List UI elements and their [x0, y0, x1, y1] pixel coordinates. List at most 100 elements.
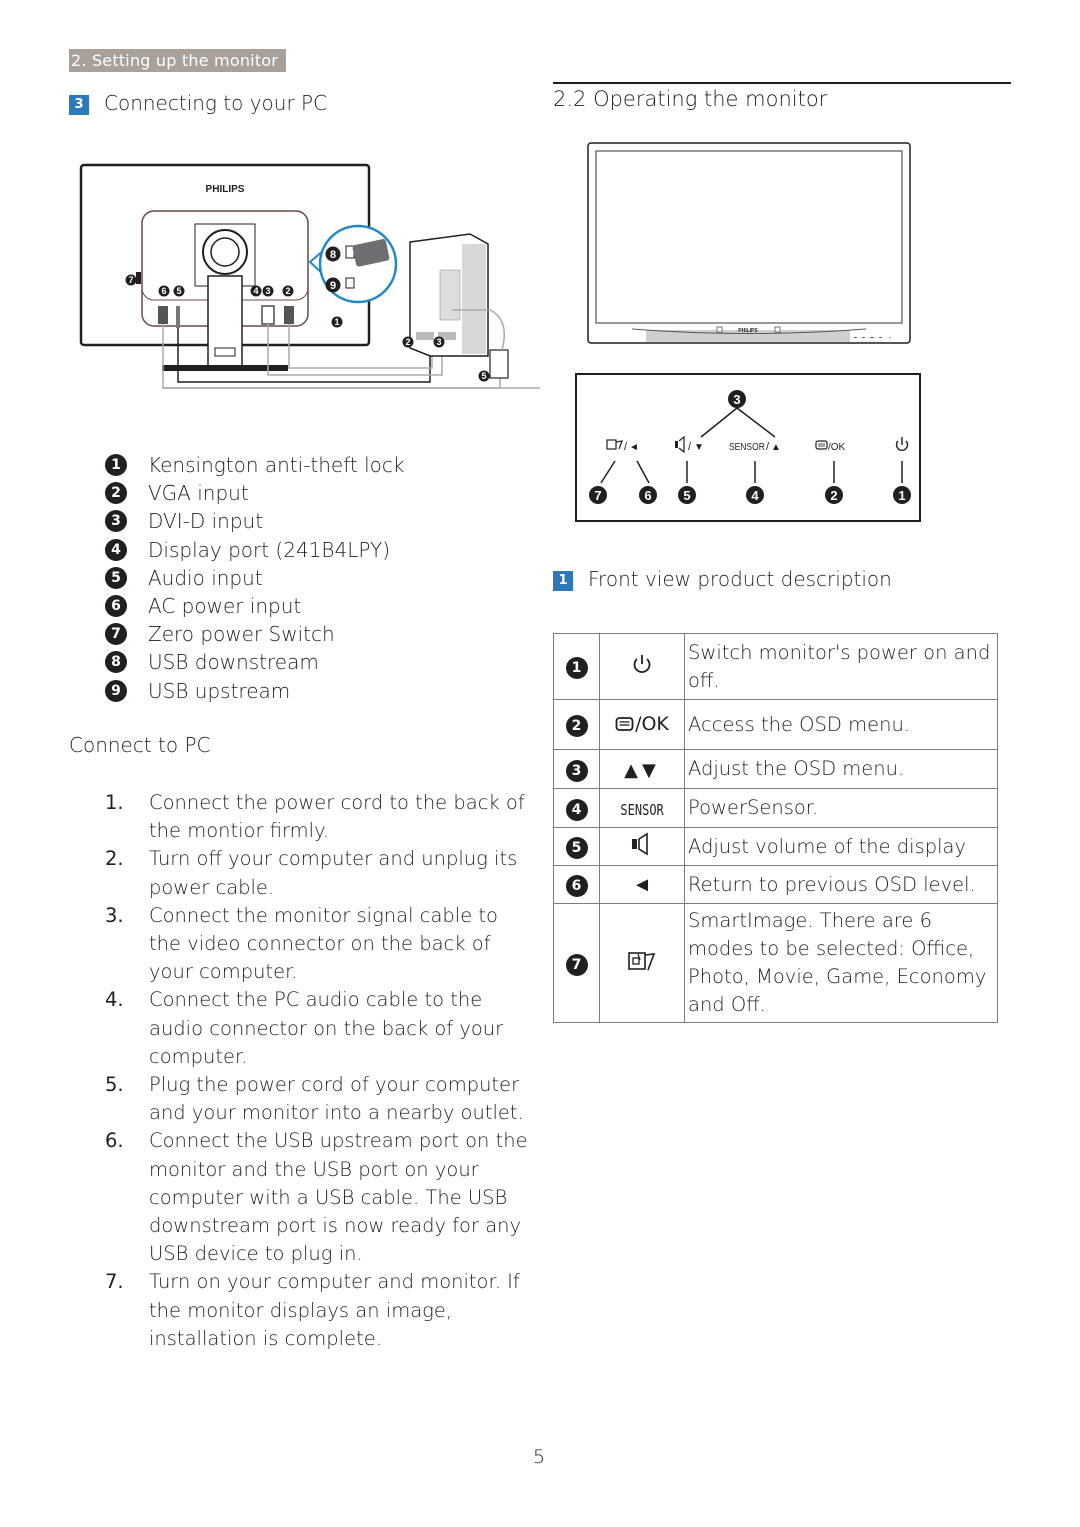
icon-cell: [599, 903, 685, 1023]
legend-label: DVI-D input: [148, 509, 264, 534]
description: Adjust the OSD menu.: [684, 749, 998, 789]
icon-cell: /OK: [599, 699, 685, 750]
step-text: Connect the PC audio cable to the audio …: [149, 988, 504, 1068]
icon-cell: ◄: [599, 865, 685, 904]
connecting-title: Connecting to your PC: [104, 91, 328, 115]
description: Access the OSD menu.: [684, 699, 998, 750]
svg-text:2: 2: [285, 286, 290, 296]
callout-2: 2: [282, 285, 294, 297]
connect-to-pc-heading: Connect to PC: [69, 733, 211, 757]
step-text: Connect the power cord to the back of th…: [149, 791, 525, 843]
volume-button-label: / ▼: [675, 435, 704, 454]
svg-text:3: 3: [436, 337, 441, 347]
svg-text:/: /: [688, 441, 692, 453]
speaker-icon: [632, 832, 648, 856]
step-number: 6.: [105, 1129, 124, 1153]
legend-label: Zero power Switch: [148, 622, 335, 647]
sensor-icon: SENSOR: [620, 800, 664, 819]
step-text: Plug the power cord of your computer and…: [149, 1073, 524, 1125]
step-item: 1. Connect the power cord to the back of …: [105, 789, 535, 845]
up-arrow-icon: ▲: [771, 442, 781, 453]
svg-text:4: 4: [751, 488, 759, 503]
table-row: 3 ▲▼ Adjust the OSD menu.: [553, 749, 998, 789]
legend-item: 2 VGA input: [105, 479, 405, 507]
ok-label: /OK: [635, 712, 669, 735]
menu-ok-button-label: /OK: [815, 440, 846, 453]
svg-text:9: 9: [330, 280, 336, 292]
wall-outlet: [489, 349, 509, 379]
svg-text:3: 3: [265, 286, 270, 296]
screen-area: [595, 150, 903, 324]
section-number-badge: 3: [69, 94, 89, 115]
number-badge: 6: [565, 875, 588, 897]
number-badge: 9: [105, 679, 127, 702]
panel-callout-6: 6: [639, 486, 657, 504]
connection-steps: 1. Connect the power cord to the back of …: [105, 789, 535, 1353]
section-divider: [553, 82, 1011, 84]
svg-text:1: 1: [334, 317, 339, 327]
step-item: 3. Connect the monitor signal cable to th…: [105, 902, 535, 987]
legend-item: 6 AC power input: [105, 592, 405, 620]
icon-cell: ▲▼: [599, 749, 685, 789]
svg-text:4: 4: [253, 286, 258, 296]
number-badge: 5: [565, 837, 588, 859]
button-description-table: 1 Switch monitor's power on and off. 2 /…: [553, 633, 998, 1023]
svg-text:/: /: [624, 441, 628, 453]
legend-item: 3 DVI-D input: [105, 507, 405, 535]
callout-5: 5: [173, 285, 185, 297]
power-icon: [633, 655, 651, 673]
svg-text:6: 6: [161, 286, 166, 296]
step-number: 7.: [105, 1270, 124, 1294]
table-row: 4 SENSOR PowerSensor.: [553, 788, 998, 828]
legend-label: USB upstream: [148, 678, 291, 703]
sensor-text: SENSOR: [729, 441, 765, 452]
table-row: 2 /OK Access the OSD menu.: [553, 699, 998, 750]
sensor-button-label: SENSOR / ▲: [729, 441, 781, 453]
step-number: 5.: [105, 1073, 124, 1097]
panel-callout-1: 1: [893, 486, 911, 504]
smartimage-icon: [606, 439, 617, 450]
step-number: 4.: [105, 988, 124, 1012]
speaker-icon: [678, 435, 685, 454]
front-view-title: Front view product description: [588, 567, 892, 591]
operating-title: 2.2 Operating the monitor: [553, 87, 828, 111]
connecting-heading: 3 Connecting to your PC: [69, 90, 327, 116]
step-item: 5. Plug the power cord of your computer a…: [105, 1071, 535, 1127]
svg-text:5: 5: [481, 371, 486, 381]
up-down-arrows-icon: ▲▼: [624, 759, 660, 781]
number-badge: 6: [105, 595, 127, 618]
svg-text:/OK: /OK: [828, 442, 846, 453]
panel-callout-5: 5: [678, 486, 696, 504]
number-badge: 1: [105, 454, 127, 477]
chapter-tag: 2. Setting up the monitor: [69, 49, 287, 72]
left-arrow-icon: ◄: [632, 872, 652, 896]
step-number: 3.: [105, 903, 124, 927]
svg-text:7: 7: [594, 488, 601, 503]
down-arrow-icon: ▼: [694, 442, 704, 453]
legend-item: 7 Zero power Switch: [105, 620, 405, 648]
table-row: 1 Switch monitor's power on and off.: [553, 633, 998, 700]
menu-icon: [615, 716, 634, 731]
monitor-front-illustration: PHILIPS: [587, 142, 911, 344]
callout-7: 7: [125, 274, 137, 286]
number-badge: 8: [105, 651, 127, 674]
description: Switch monitor's power on and off.: [684, 633, 998, 700]
step-text: Turn off your computer and unplug its po…: [149, 847, 518, 899]
table-row: 7 SmartImage. There are 6 modes to be se…: [553, 903, 998, 1023]
icon-cell: [599, 633, 685, 700]
panel-callout-2: 2: [825, 486, 843, 504]
callout-9: 9: [325, 277, 341, 293]
icon-cell: [599, 827, 685, 866]
smartimage-button-label: / ◄: [606, 439, 639, 453]
description: SmartImage. There are 6 modes to be sele…: [684, 903, 998, 1023]
stand-base: [162, 365, 288, 371]
step-text: Connect the monitor signal cable to the …: [149, 903, 498, 984]
svg-text:5: 5: [683, 488, 690, 503]
svg-text:5: 5: [176, 286, 181, 296]
front-brand: PHILIPS: [738, 328, 758, 334]
legend-item: 9 USB upstream: [105, 677, 405, 705]
callout-outlet-5: 5: [478, 370, 490, 382]
step-text: Connect the USB upstream port on the mon…: [149, 1129, 528, 1266]
number-badge: 3: [565, 759, 588, 782]
number-badge: 2: [565, 715, 588, 737]
